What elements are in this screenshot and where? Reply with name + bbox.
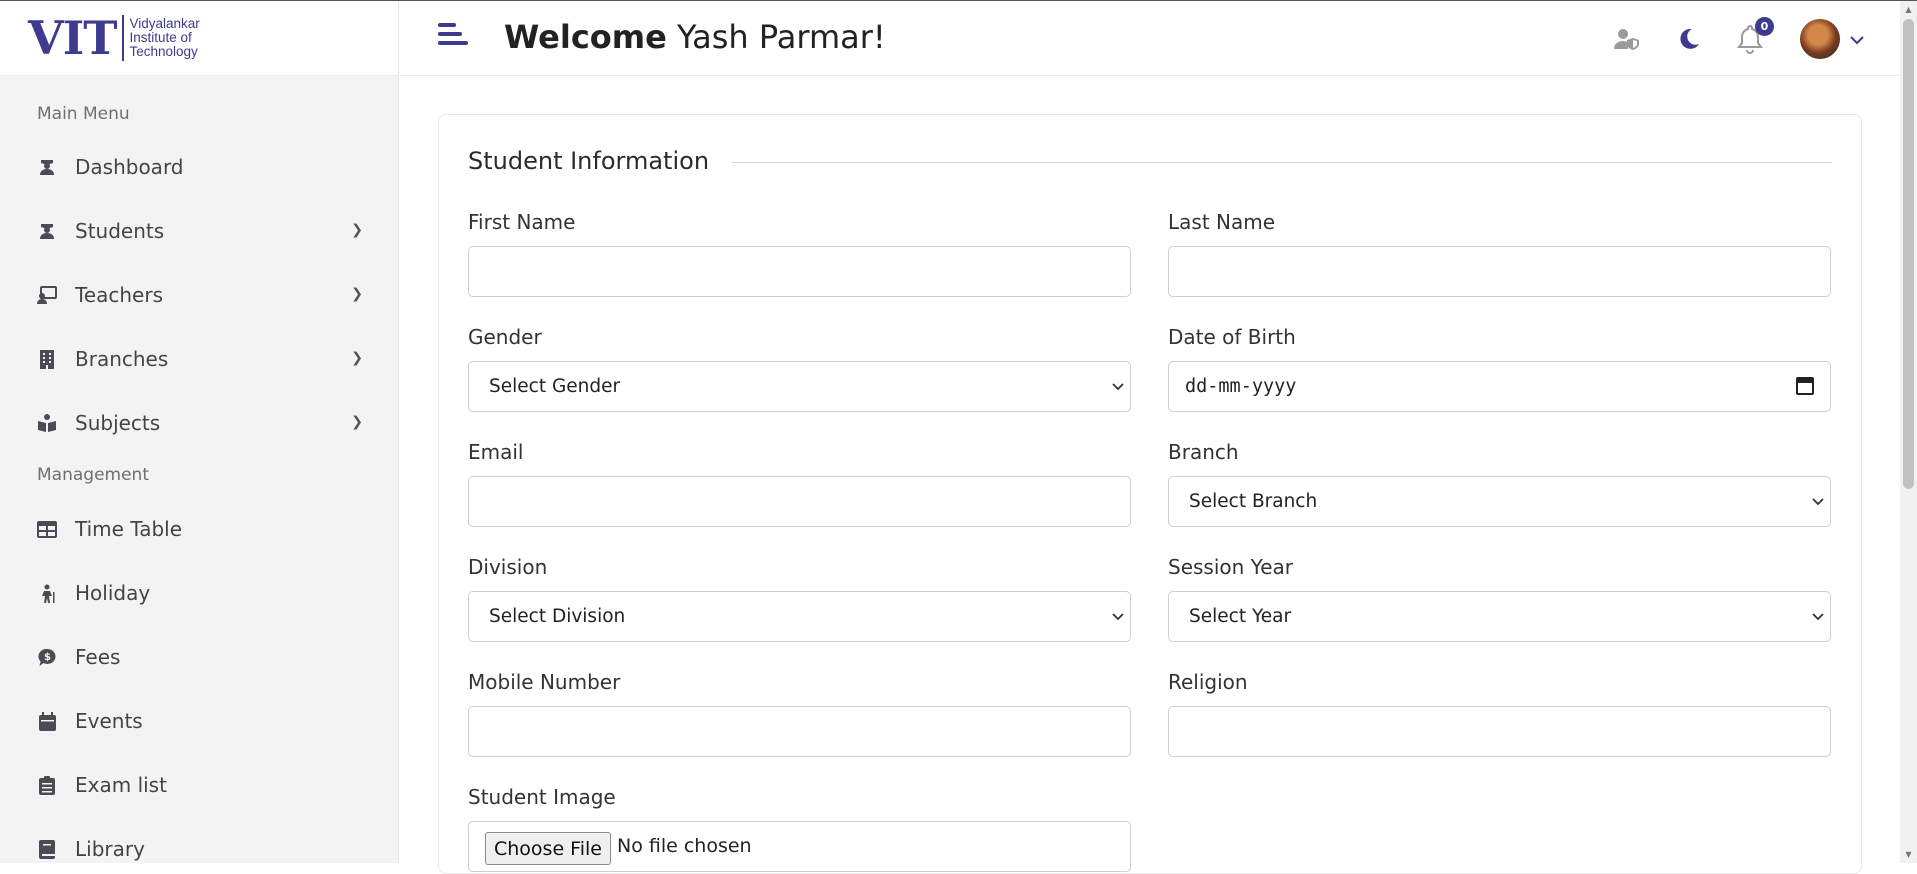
calendar-icon[interactable] (1796, 377, 1814, 395)
sidebar-item-label: Students (75, 219, 165, 243)
chevron-down-icon (1112, 610, 1124, 624)
email-label: Email (468, 440, 524, 464)
division-selected-value: Select Division (489, 606, 626, 627)
sidebar-item-label: Events (75, 709, 143, 733)
chevron-down-icon (1812, 610, 1824, 624)
sidebar-item-fees[interactable]: $ Fees (0, 633, 399, 681)
logo-mark: VIT (28, 11, 117, 65)
religion-field[interactable] (1168, 706, 1831, 757)
sidebar-item-label: Holiday (75, 581, 151, 605)
dob-label: Date of Birth (1168, 325, 1296, 349)
logo-subtitle: Vidyalankar Institute of Technology (129, 17, 199, 59)
scroll-up-arrow-icon[interactable]: ▲ (1900, 1, 1917, 18)
gender-label: Gender (468, 325, 542, 349)
sidebar-item-label: Dashboard (75, 155, 184, 179)
user-shield-icon[interactable] (1612, 24, 1642, 54)
sidebar-item-label: Exam list (75, 773, 167, 797)
welcome-word: Welcome (504, 18, 667, 56)
email-field[interactable] (468, 476, 1131, 527)
division-label: Division (468, 555, 548, 579)
branch-label: Branch (1168, 440, 1239, 464)
first-name-label: First Name (468, 210, 576, 234)
sidebar-item-label: Teachers (75, 283, 163, 307)
sidebar-item-label: Library (75, 837, 145, 861)
notification-badge: 0 (1755, 17, 1774, 36)
sidebar: VIT Vidyalankar Institute of Technology … (0, 1, 399, 863)
sidebar-item-students[interactable]: Students ❯ (0, 207, 399, 255)
avatar[interactable] (1800, 19, 1840, 59)
student-image-label: Student Image (468, 785, 616, 809)
table-icon (37, 519, 57, 539)
branch-selected-value: Select Branch (1189, 491, 1318, 512)
chevron-right-icon: ❯ (351, 350, 363, 366)
sidebar-item-dashboard[interactable]: Dashboard (0, 143, 399, 191)
sidebar-item-holiday[interactable]: Holiday (0, 569, 399, 617)
last-name-field[interactable] (1168, 246, 1831, 297)
svg-text:$: $ (44, 652, 51, 663)
moon-icon[interactable] (1674, 24, 1704, 54)
chevron-down-icon (1812, 495, 1824, 509)
mobile-number-field[interactable] (468, 706, 1131, 757)
section-divider (732, 162, 1832, 163)
welcome-message: Welcome Yash Parmar! (504, 18, 886, 56)
section-title: Student Information (468, 147, 710, 175)
session-year-label: Session Year (1168, 555, 1294, 579)
first-name-field[interactable] (468, 246, 1131, 297)
building-icon (37, 349, 57, 369)
sidebar-item-branches[interactable]: Branches ❯ (0, 335, 399, 383)
chevron-down-icon[interactable] (1850, 30, 1864, 49)
scrollbar-thumb[interactable] (1903, 19, 1914, 489)
scroll-down-arrow-icon[interactable]: ▼ (1900, 846, 1917, 863)
chevron-right-icon: ❯ (351, 286, 363, 302)
calendar-icon (37, 711, 57, 731)
money-bubble-icon: $ (37, 647, 57, 667)
sidebar-item-label: Subjects (75, 411, 161, 435)
sidebar-item-teachers[interactable]: Teachers ❯ (0, 271, 399, 319)
sidebar-item-label: Branches (75, 347, 169, 371)
vit-logo[interactable]: VIT Vidyalankar Institute of Technology (0, 1, 398, 76)
file-status-text: No file chosen (617, 835, 752, 857)
last-name-label: Last Name (1168, 210, 1276, 234)
logo-line-2: Institute of (129, 30, 192, 45)
graduate-icon (37, 157, 57, 177)
dob-placeholder: dd-mm-yyyy (1185, 376, 1297, 397)
sidebar-item-time-table[interactable]: Time Table (0, 505, 399, 553)
graduate-icon (37, 221, 57, 241)
logo-divider (122, 15, 125, 61)
page-scrollbar[interactable]: ▲ ▼ (1900, 1, 1917, 863)
sidebar-item-events[interactable]: Events (0, 697, 399, 745)
sidebar-item-library[interactable]: Library (0, 825, 399, 873)
session-year-selected-value: Select Year (1189, 606, 1292, 627)
book-reader-icon (37, 413, 57, 433)
religion-label: Religion (1168, 670, 1248, 694)
student-image-file-input[interactable]: Choose File No file chosen (468, 821, 1131, 872)
gender-selected-value: Select Gender (489, 376, 621, 397)
logo-line-3: Technology (129, 44, 198, 59)
branch-select[interactable]: Select Branch (1168, 476, 1831, 527)
clipboard-list-icon (37, 775, 57, 795)
division-select[interactable]: Select Division (468, 591, 1131, 642)
hamburger-menu-icon[interactable] (438, 23, 468, 53)
dob-input[interactable]: dd-mm-yyyy (1168, 361, 1831, 412)
logo-line-1: Vidyalankar (129, 16, 200, 31)
book-icon (37, 839, 57, 859)
sidebar-item-exam-list[interactable]: Exam list (0, 761, 399, 809)
choose-file-button[interactable]: Choose File (485, 832, 611, 865)
sidebar-item-label: Fees (75, 645, 121, 669)
management-heading: Management (37, 465, 149, 485)
session-year-select[interactable]: Select Year (1168, 591, 1831, 642)
hiking-icon (37, 583, 57, 603)
main-menu-heading: Main Menu (37, 104, 130, 124)
sidebar-item-label: Time Table (75, 517, 183, 541)
teacher-board-icon (37, 285, 57, 305)
mobile-number-label: Mobile Number (468, 670, 621, 694)
sidebar-item-subjects[interactable]: Subjects ❯ (0, 399, 399, 447)
chevron-right-icon: ❯ (351, 414, 363, 430)
chevron-down-icon (1112, 380, 1124, 394)
chevron-right-icon: ❯ (351, 222, 363, 238)
user-name: Yash Parmar! (677, 18, 886, 56)
gender-select[interactable]: Select Gender (468, 361, 1131, 412)
